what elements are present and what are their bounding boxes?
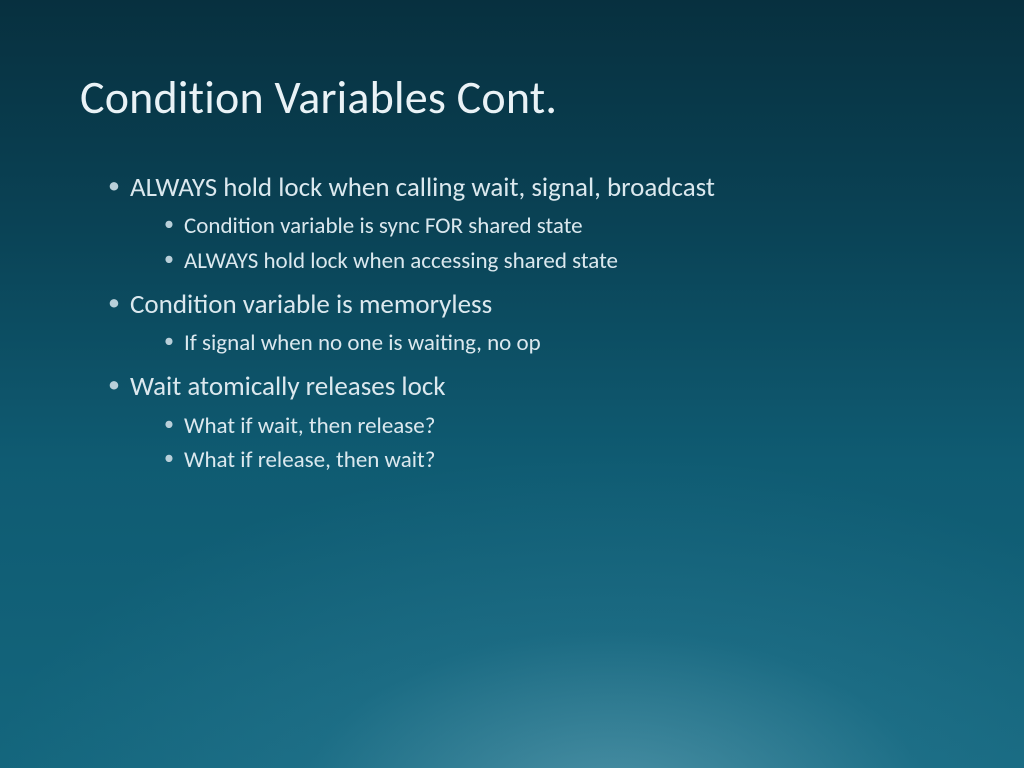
list-item: Condition variable is sync FOR shared st…: [164, 210, 944, 242]
list-item: What if release, then wait?: [164, 444, 944, 476]
list-item: Wait atomically releases lock What if wa…: [108, 369, 944, 476]
list-item: Condition variable is memoryless If sign…: [108, 287, 944, 360]
list-item: ALWAYS hold lock when calling wait, sign…: [108, 170, 944, 277]
list-item: If signal when no one is waiting, no op: [164, 327, 944, 359]
bullet-text: ALWAYS hold lock when calling wait, sign…: [130, 171, 715, 204]
bullet-list: ALWAYS hold lock when calling wait, sign…: [80, 170, 944, 476]
bullet-text: Condition variable is memoryless: [130, 288, 492, 321]
sub-list: What if wait, then release? What if rele…: [130, 410, 944, 476]
slide-title: Condition Variables Cont.: [80, 70, 944, 126]
sub-list: If signal when no one is waiting, no op: [130, 327, 944, 359]
list-item: ALWAYS hold lock when accessing shared s…: [164, 245, 944, 277]
list-item: What if wait, then release?: [164, 410, 944, 442]
sub-list: Condition variable is sync FOR shared st…: [130, 210, 944, 276]
bullet-text: Wait atomically releases lock: [130, 370, 446, 403]
slide: Condition Variables Cont. ALWAYS hold lo…: [0, 0, 1024, 768]
